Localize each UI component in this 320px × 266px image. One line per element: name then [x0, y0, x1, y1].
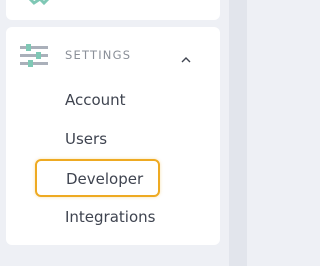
sidebar-item-integrations[interactable]: Integrations	[65, 208, 155, 226]
sidebar-item-label: Developer	[66, 170, 144, 188]
sidebar-item-developer[interactable]: Developer	[35, 159, 160, 197]
section-title: SETTINGS	[65, 48, 132, 62]
previous-section-card	[6, 0, 220, 20]
chevron-up-icon[interactable]	[180, 50, 192, 63]
settings-section-header[interactable]: SETTINGS	[6, 27, 220, 85]
sliders-icon	[20, 43, 50, 69]
sidebar-item-users[interactable]: Users	[65, 130, 107, 148]
scrollbar-track[interactable]	[229, 0, 247, 266]
sidebar-item-account[interactable]: Account	[65, 91, 126, 109]
partial-section-icon	[24, 0, 54, 6]
settings-section-card: SETTINGS Account Users Developer Integra…	[6, 27, 220, 245]
